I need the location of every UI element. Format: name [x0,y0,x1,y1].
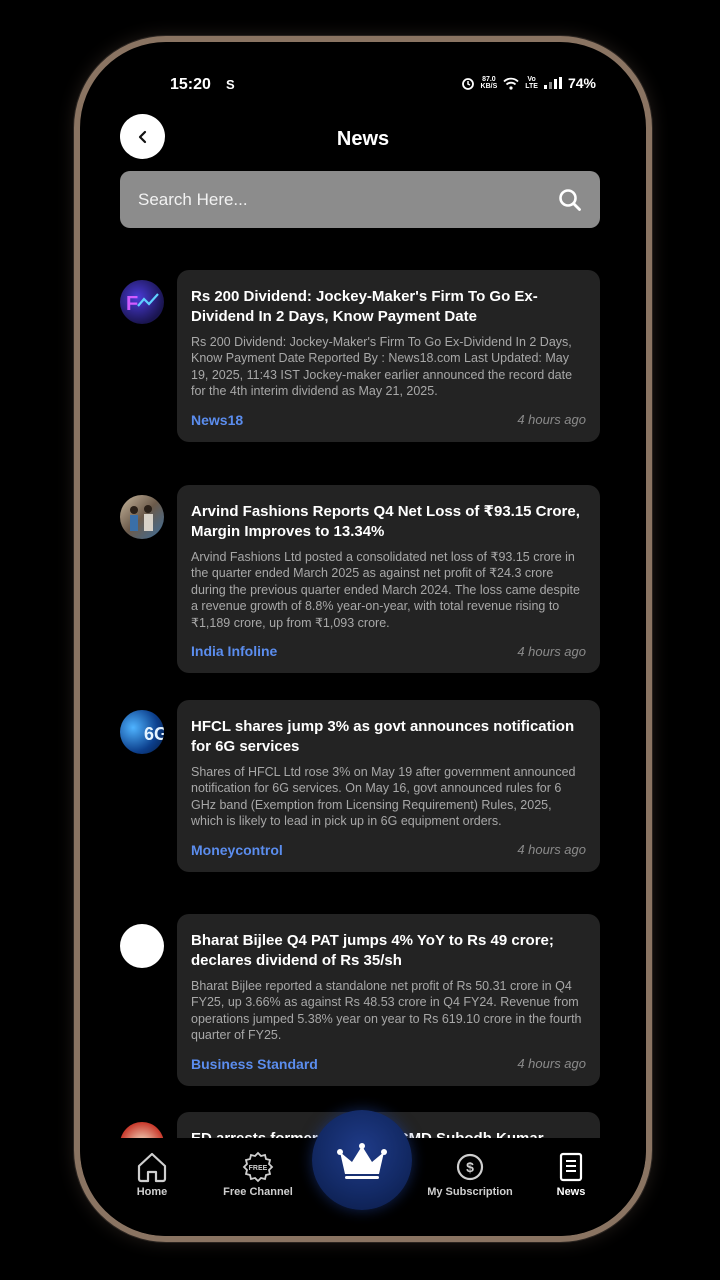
news-source[interactable]: India Infoline [191,643,277,659]
news-avatar: F [120,280,164,324]
news-time: 4 hours ago [517,842,586,858]
news-avatar [120,924,164,968]
news-meta: News18 4 hours ago [191,412,586,428]
status-bar: 15:20 S 87.0 KB/S Vo LTE 74% [80,72,646,100]
crown-icon [337,1143,387,1179]
news-card[interactable]: HFCL shares jump 3% as govt announces no… [177,700,600,872]
free-badge-icon: FREE [242,1151,274,1183]
news-desc: Shares of HFCL Ltd rose 3% on May 19 aft… [191,765,576,829]
dividend-logo-icon: F [126,293,159,315]
bottom-nav: Home FREE Free Channel $ My Subscription… [80,1110,646,1236]
nav-my-subscription[interactable]: $ My Subscription [420,1150,520,1198]
search-input[interactable] [138,189,558,210]
svg-text:FREE: FREE [249,1165,268,1172]
people-photo-icon [130,505,153,531]
svg-text:F: F [126,293,138,315]
news-card[interactable]: Arvind Fashions Reports Q4 Net Loss of ₹… [177,485,600,674]
news-card[interactable]: Rs 200 Dividend: Jockey-Maker's Firm To … [177,270,600,442]
signal-icon [543,77,562,89]
home-icon [137,1152,167,1183]
news-feed[interactable]: F Rs 200 Dividend: Jockey-Maker's Firm T… [80,260,646,1138]
net-speed: 87.0 KB/S [480,76,498,90]
news-time: 4 hours ago [517,1056,586,1072]
battery-percent: 74% [567,75,596,91]
svg-text:$: $ [466,1159,474,1175]
phone-frame: 15:20 S 87.0 KB/S Vo LTE 74% News Search… [74,36,652,1242]
6g-logo-icon: 6G [144,724,164,744]
page-title: News [336,128,390,150]
news-meta: Business Standard 4 hours ago [191,1056,586,1072]
alarm-icon [461,78,474,90]
search-icon[interactable] [558,188,582,212]
premium-crown-button[interactable] [312,1110,412,1210]
nav-news[interactable]: News [521,1150,621,1198]
news-avatar [120,1122,164,1138]
news-avatar [120,495,164,539]
nav-home[interactable]: Home [102,1150,202,1198]
news-avatar: 6G [120,710,164,754]
wifi-icon [503,77,519,90]
news-source[interactable]: Business Standard [191,1056,318,1072]
volte-icon: Vo LTE [525,76,538,90]
sim-icon: S [226,77,235,92]
news-title[interactable]: Rs 200 Dividend: Jockey-Maker's Firm To … [191,287,586,326]
dollar-circle-icon: $ [456,1153,484,1181]
search-bar[interactable] [120,171,600,228]
news-card[interactable]: Bharat Bijlee Q4 PAT jumps 4% YoY to Rs … [177,914,600,1086]
news-title[interactable]: HFCL shares jump 3% as govt announces no… [191,717,586,756]
status-time: 15:20 [170,76,211,93]
news-meta: Moneycontrol 4 hours ago [191,842,586,858]
news-desc: Rs 200 Dividend: Jockey-Maker's Firm To … [191,335,573,399]
news-source[interactable]: News18 [191,412,243,428]
news-desc: Arvind Fashions Ltd posted a consolidate… [191,550,580,630]
news-time: 4 hours ago [517,412,586,428]
svg-text:6G: 6G [144,724,164,744]
news-meta: India Infoline 4 hours ago [191,643,586,659]
news-title[interactable]: Arvind Fashions Reports Q4 Net Loss of ₹… [191,502,586,541]
news-desc: Bharat Bijlee reported a standalone net … [191,979,582,1043]
news-doc-icon [559,1152,583,1182]
nav-free-channel[interactable]: FREE Free Channel [208,1150,308,1198]
screen: 15:20 S 87.0 KB/S Vo LTE 74% News Search… [80,42,646,1236]
status-right: 87.0 KB/S Vo LTE 74% [461,75,596,91]
news-source[interactable]: Moneycontrol [191,842,283,858]
news-title[interactable]: Bharat Bijlee Q4 PAT jumps 4% YoY to Rs … [191,931,586,970]
news-time: 4 hours ago [517,643,586,659]
